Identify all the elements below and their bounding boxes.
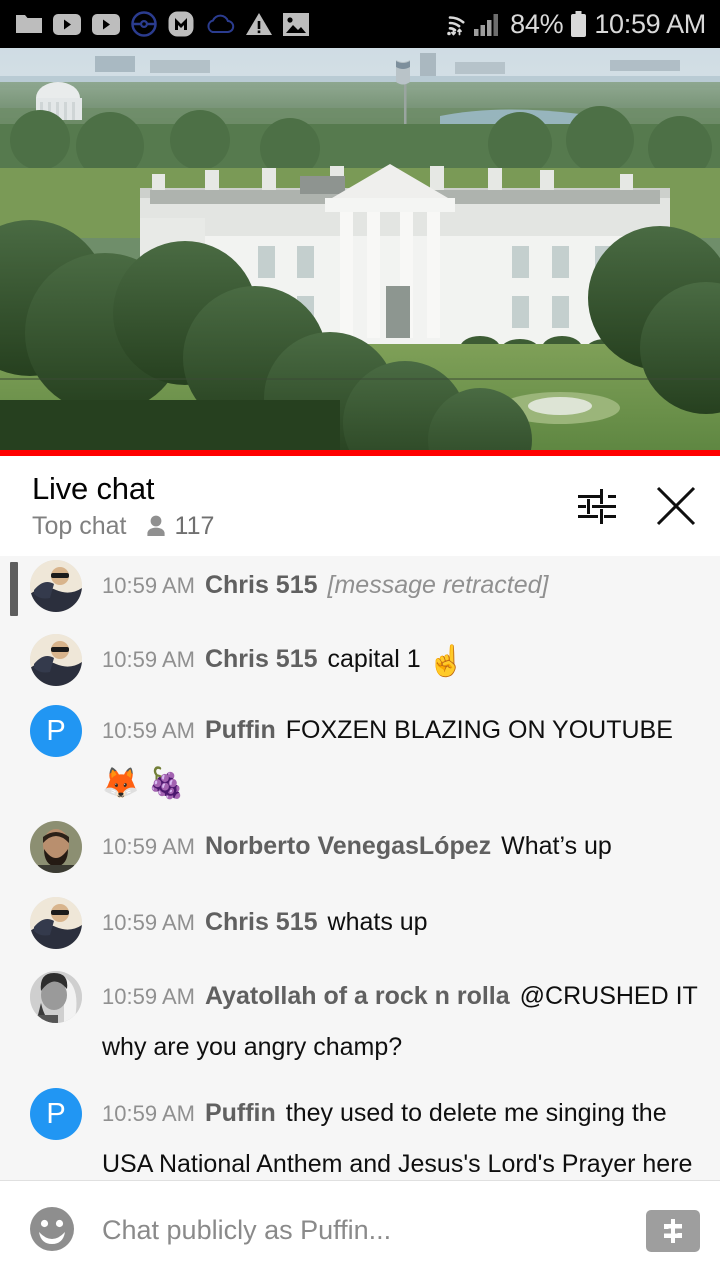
avatar-photo-beard — [30, 821, 82, 873]
status-bar-left-icons — [0, 11, 309, 37]
chat-message[interactable]: 10:59 AM Ayatollah of a rock n rolla @CRUS… — [0, 971, 720, 1072]
wifi-icon — [447, 16, 465, 36]
cloud-icon — [207, 14, 235, 33]
clock-label: 10:59 AM — [594, 8, 706, 39]
avatar-photo-sunglasses — [30, 634, 82, 686]
chat-message[interactable]: P 10:59 AM Puffin they used to delete me s… — [0, 1088, 720, 1180]
avatar[interactable] — [30, 634, 82, 686]
chat-message[interactable]: 10:59 AM Norberto VenegasLópez What’s up — [0, 821, 720, 873]
chat-message[interactable]: 10:59 AM Chris 515 capital 1 ☝️ — [0, 634, 720, 687]
message-author[interactable]: Ayatollah of a rock n rolla — [205, 982, 510, 1010]
avatar-photo-sunglasses — [30, 560, 82, 612]
chat-message[interactable]: 10:59 AM Chris 515 [message retracted] — [0, 560, 720, 612]
message-emoji: 🦊 🍇 — [102, 767, 186, 800]
avatar-initial: P — [46, 1097, 66, 1130]
message-text: whats up — [327, 908, 428, 936]
avatar-photo-sunglasses — [30, 897, 82, 949]
avatar[interactable] — [30, 821, 82, 873]
live-chat-subheader[interactable]: Top chat 117 — [32, 510, 214, 542]
avatar-initial: P — [46, 714, 66, 747]
chat-message-body: 10:59 AM Puffin they used to delete me sin… — [102, 1088, 702, 1180]
warning-triangle-icon — [246, 13, 272, 35]
person-icon — [146, 515, 165, 536]
video-player[interactable] — [0, 48, 720, 450]
cellular-signal-icon — [474, 13, 499, 36]
message-timestamp: 10:59 AM — [102, 834, 195, 859]
message-author[interactable]: Chris 515 — [205, 908, 318, 936]
avatar[interactable] — [30, 971, 82, 1023]
chat-message-body: 10:59 AM Ayatollah of a rock n rolla @CRUS… — [102, 971, 702, 1072]
youtube-live-chat-screen: 84% 10:59 AM Live chat Top chat 117 10:5… — [0, 0, 720, 1280]
message-timestamp: 10:59 AM — [102, 910, 195, 935]
chat-message-body: 10:59 AM Chris 515 capital 1 ☝️ — [102, 634, 702, 687]
chat-message-body: 10:59 AM Norberto VenegasLópez What’s up — [102, 821, 702, 872]
message-timestamp: 10:59 AM — [102, 573, 195, 598]
battery-percent-label: 84% — [510, 8, 564, 39]
chat-settings-sliders-icon — [578, 489, 616, 524]
chat-input-bar — [0, 1181, 720, 1280]
pokemon-go-icon — [131, 11, 157, 37]
message-timestamp: 10:59 AM — [102, 1101, 195, 1126]
emoji-picker-button[interactable] — [28, 1205, 76, 1256]
close-icon — [656, 486, 696, 526]
photo-icon — [283, 12, 309, 36]
message-text: What’s up — [501, 832, 612, 860]
message-emoji: ☝️ — [427, 645, 465, 678]
monzo-icon — [168, 11, 194, 37]
avatar[interactable]: P — [30, 705, 82, 757]
chat-mode-label[interactable]: Top chat — [32, 510, 127, 542]
avatar[interactable] — [30, 897, 82, 949]
live-chat-titles: Live chat Top chat 117 — [32, 470, 214, 542]
chat-message[interactable]: P 10:59 AM Puffin FOXZEN BLAZING ON YOUTUB… — [0, 705, 720, 809]
chat-message-body: 10:59 AM Chris 515 [message retracted] — [102, 560, 702, 611]
chat-settings-button[interactable] — [576, 485, 618, 530]
message-text: capital 1 — [327, 645, 421, 673]
message-author[interactable]: Norberto VenegasLópez — [205, 832, 491, 860]
message-author[interactable]: Puffin — [205, 1099, 276, 1127]
chat-input[interactable] — [102, 1215, 636, 1246]
message-text: FOXZEN BLAZING ON YOUTUBE — [285, 716, 673, 744]
youtube-icon — [53, 13, 81, 35]
message-timestamp: 10:59 AM — [102, 718, 195, 743]
chat-message-body: 10:59 AM Puffin FOXZEN BLAZING ON YOUTUBE … — [102, 705, 702, 809]
status-bar: 84% 10:59 AM — [0, 0, 720, 48]
message-timestamp: 10:59 AM — [102, 647, 195, 672]
white-house-video-frame — [0, 48, 720, 450]
avatar[interactable]: P — [30, 1088, 82, 1140]
battery-icon — [571, 10, 587, 37]
message-text: [message retracted] — [327, 571, 549, 599]
close-chat-button[interactable] — [654, 484, 698, 531]
chat-message-list[interactable]: 10:59 AM Chris 515 [message retracted] 10:… — [0, 556, 720, 1180]
viewer-count-label: 117 — [174, 512, 215, 540]
message-author[interactable]: Chris 515 — [205, 645, 318, 673]
chat-message[interactable]: 10:59 AM Chris 515 whats up — [0, 897, 720, 949]
message-author[interactable]: Puffin — [205, 716, 276, 744]
live-chat-title: Live chat — [32, 471, 155, 506]
chat-message-body: 10:59 AM Chris 515 whats up — [102, 897, 702, 948]
avatar-photo-black-and-white — [30, 971, 82, 1023]
avatar[interactable] — [30, 560, 82, 612]
live-chat-header-actions — [576, 470, 698, 531]
live-chat-header: Live chat Top chat 117 — [0, 456, 720, 556]
message-timestamp: 10:59 AM — [102, 984, 195, 1009]
emoji-smiley-icon — [30, 1207, 74, 1251]
super-chat-dollar-icon — [664, 1218, 682, 1243]
folder-icon — [16, 15, 42, 33]
status-bar-right-indicators: 84% 10:59 AM — [434, 8, 720, 39]
message-author[interactable]: Chris 515 — [205, 571, 318, 599]
super-chat-button[interactable] — [646, 1209, 700, 1252]
youtube-icon — [92, 13, 120, 35]
